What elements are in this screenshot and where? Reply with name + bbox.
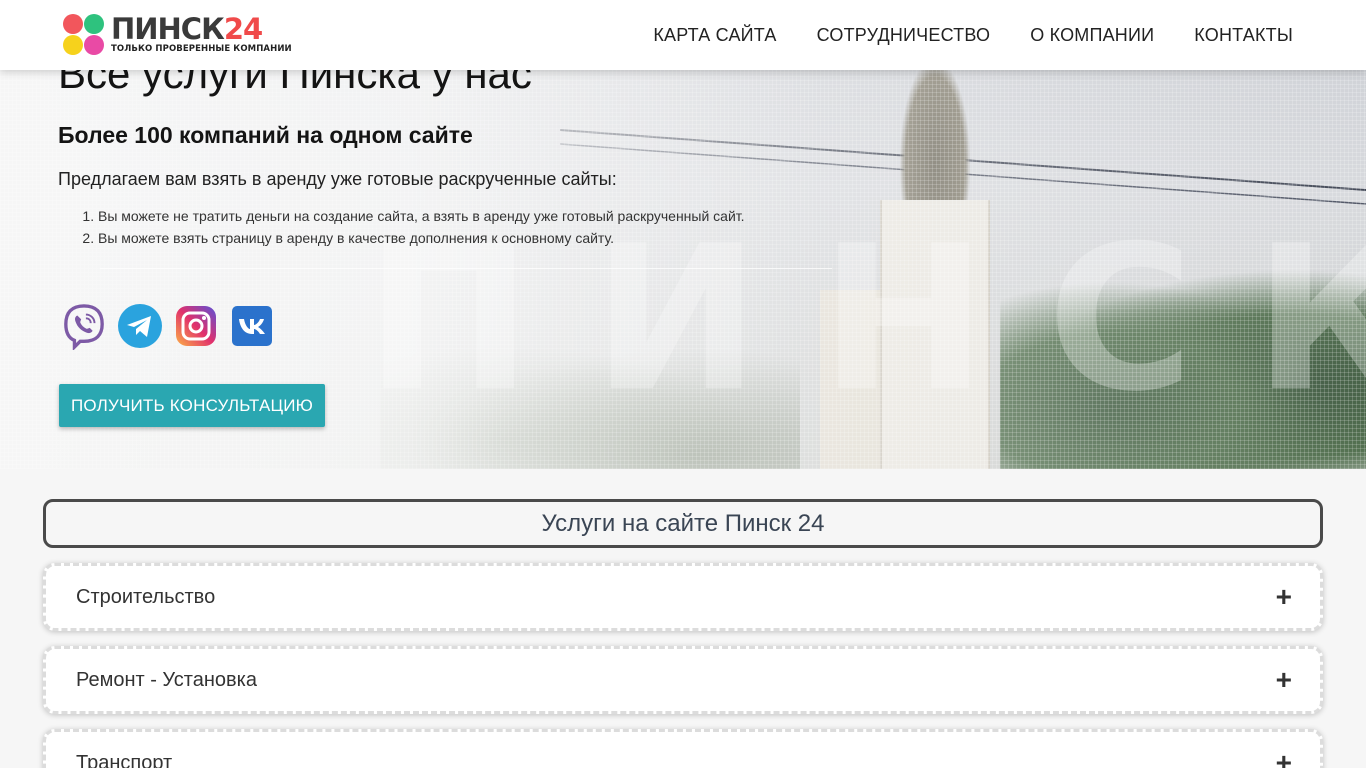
hero-watermark: ПИНСК [365,203,1366,436]
accordion-label: Ремонт - Установка [76,669,257,691]
accordion-label: Строительство [76,586,216,608]
hero-benefits-list: Вы можете не тратить деньги на создание … [84,205,745,249]
plus-icon: + [1275,581,1292,612]
plus-icon: + [1275,747,1292,768]
services-title: Услуги на сайте Пинск 24 [541,509,825,537]
list-item: Вы можете не тратить деньги на создание … [98,205,745,227]
hero-section: ПИНСК Все услуги Пинска у нас Более 100 … [0,0,1366,469]
logo-tagline: ТОЛЬКО ПРОВЕРЕННЫЕ КОМПАНИИ [111,44,292,54]
nav-sitemap[interactable]: КАРТА САЙТА [653,25,776,46]
list-item: Вы можете взять страницу в аренду в каче… [98,227,745,249]
viber-icon[interactable] [62,303,106,350]
telegram-icon[interactable] [118,303,162,349]
logo-text: ПИНСК24 [111,12,263,46]
services-title-box: Услуги на сайте Пинск 24 [43,499,1323,548]
nav-cooperation[interactable]: СОТРУДНИЧЕСТВО [817,25,991,46]
plus-icon: + [1275,664,1292,695]
vk-icon[interactable] [230,303,274,349]
nav-contacts[interactable]: КОНТАКТЫ [1194,25,1293,46]
accordion-label: Транспорт [76,752,173,768]
nav-about[interactable]: О КОМПАНИИ [1030,25,1154,46]
divider [100,268,832,269]
hero-lead: Предлагаем вам взять в аренду уже готовы… [58,169,617,189]
logo-dots-icon [63,14,104,55]
site-header: ПИНСК24 ТОЛЬКО ПРОВЕРЕННЫЕ КОМПАНИИ КАРТ… [0,0,1366,70]
hero-subtitle: Более 100 компаний на одном сайте [58,122,473,148]
instagram-icon[interactable] [174,303,218,349]
consultation-button[interactable]: ПОЛУЧИТЬ КОНСУЛЬТАЦИЮ [59,384,325,427]
main-nav: КАРТА САЙТА СОТРУДНИЧЕСТВО О КОМПАНИИ КО… [653,0,1293,70]
accordion-item-repair[interactable]: Ремонт - Установка + [43,646,1323,714]
social-links [62,303,274,351]
accordion-item-transport[interactable]: Транспорт + [43,729,1323,768]
logo[interactable]: ПИНСК24 ТОЛЬКО ПРОВЕРЕННЫЕ КОМПАНИИ [61,12,292,58]
accordion-item-construction[interactable]: Строительство + [43,563,1323,631]
